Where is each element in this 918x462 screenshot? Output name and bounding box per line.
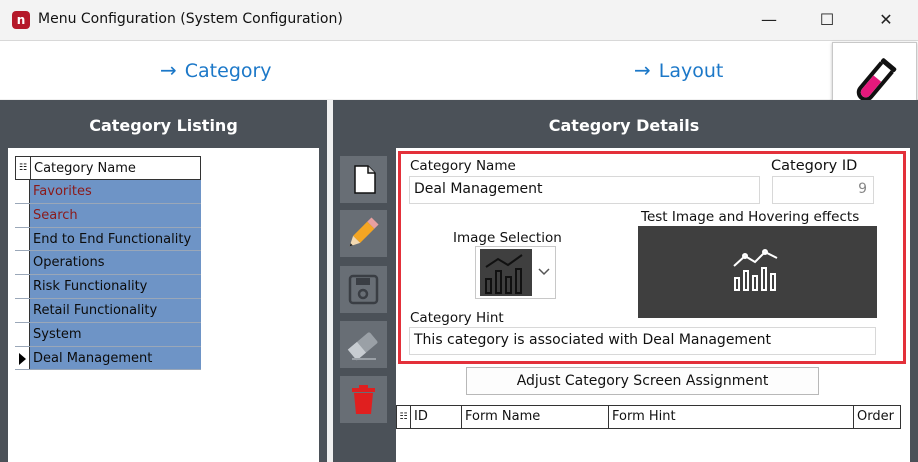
nav-layout-label: Layout <box>658 60 724 82</box>
arrow-right-icon: → <box>634 58 651 82</box>
category-row-label: Deal Management <box>33 350 153 366</box>
window-title: Menu Configuration (System Configuration… <box>38 11 343 27</box>
category-id-label: Category ID <box>771 158 858 174</box>
image-selection-label: Image Selection <box>453 230 562 246</box>
category-row[interactable]: Operations <box>15 251 201 276</box>
edit-button[interactable] <box>340 210 387 257</box>
category-hint-input[interactable]: This category is associated with Deal Ma… <box>409 327 876 355</box>
new-document-icon <box>354 165 376 194</box>
row-selector[interactable] <box>15 346 30 370</box>
grid-header[interactable]: ☷ Category Name <box>15 156 201 180</box>
category-row-label: Search <box>33 207 78 223</box>
category-row[interactable]: System <box>15 322 201 347</box>
eraser-icon <box>347 332 378 361</box>
clear-button[interactable] <box>340 321 387 368</box>
category-details-title: Category Details <box>548 116 700 135</box>
image-selection-dropdown[interactable] <box>475 246 556 299</box>
category-row[interactable]: Risk Functionality <box>15 275 201 299</box>
row-selector[interactable] <box>15 298 30 322</box>
column-order[interactable]: Order <box>854 406 900 428</box>
category-row[interactable]: Search <box>15 203 201 228</box>
test-image-preview[interactable] <box>638 226 877 318</box>
nav-category-label: Category <box>184 60 272 82</box>
column-form-hint[interactable]: Form Hint <box>609 406 854 428</box>
row-selector[interactable] <box>15 203 30 227</box>
category-name-input[interactable]: Deal Management <box>409 176 760 204</box>
details-toolbar <box>340 156 390 426</box>
row-selector[interactable] <box>15 251 30 275</box>
row-selector[interactable] <box>15 275 30 298</box>
category-row-label: Retail Functionality <box>33 302 158 318</box>
delete-button[interactable] <box>340 376 387 423</box>
category-hint-label: Category Hint <box>410 310 504 326</box>
nav-category-link[interactable]: → Category <box>160 58 272 82</box>
new-button[interactable] <box>340 156 387 203</box>
row-selector[interactable] <box>15 180 30 203</box>
app-logo-icon: n <box>12 11 30 29</box>
chart-analytics-icon <box>733 249 778 291</box>
grid-options-icon[interactable]: ☷ <box>16 157 31 179</box>
image-combo-content <box>480 249 550 296</box>
close-button[interactable]: ✕ <box>872 8 900 32</box>
category-grid[interactable]: ☷ Category Name Favorites Search End to En… <box>15 156 201 371</box>
adjust-category-screen-assignment-button[interactable]: Adjust Category Screen Assignment <box>466 367 819 395</box>
chevron-down-icon <box>538 268 550 276</box>
save-button[interactable] <box>340 266 387 313</box>
category-row-label: Risk Functionality <box>33 279 148 295</box>
category-row[interactable]: End to End Functionality <box>15 227 201 252</box>
row-selector[interactable] <box>15 227 30 251</box>
arrow-right-icon: → <box>160 58 177 82</box>
category-row-label: Favorites <box>33 184 92 199</box>
column-form-name[interactable]: Form Name <box>462 406 609 428</box>
grid-options-icon[interactable]: ☷ <box>397 406 411 428</box>
trash-icon <box>352 385 375 414</box>
category-id-input[interactable]: 9 <box>772 176 874 204</box>
category-row[interactable]: Favorites <box>15 180 201 204</box>
pencil-icon <box>349 217 379 247</box>
nav-layout-link[interactable]: → Layout <box>634 58 723 82</box>
current-row-pointer-icon <box>19 352 26 365</box>
category-row[interactable]: Retail Functionality <box>15 298 201 323</box>
category-row-label: Operations <box>33 255 105 271</box>
column-category-name: Category Name <box>34 161 136 176</box>
row-selector[interactable] <box>15 322 30 346</box>
category-row[interactable]: Deal Management <box>15 346 201 371</box>
test-image-label: Test Image and Hovering effects <box>641 209 860 225</box>
category-listing-title: Category Listing <box>89 116 238 135</box>
save-disk-icon <box>348 274 379 305</box>
navigation-bar <box>0 41 918 99</box>
category-row-label: End to End Functionality <box>33 231 192 247</box>
category-name-label: Category Name <box>410 158 516 174</box>
column-id[interactable]: ID <box>411 406 462 428</box>
forms-grid-header[interactable]: ☷ ID Form Name Form Hint Order <box>396 405 901 429</box>
minimize-button[interactable]: — <box>755 8 783 32</box>
maximize-button[interactable]: ☐ <box>813 8 841 32</box>
category-row-label: System <box>33 326 82 342</box>
